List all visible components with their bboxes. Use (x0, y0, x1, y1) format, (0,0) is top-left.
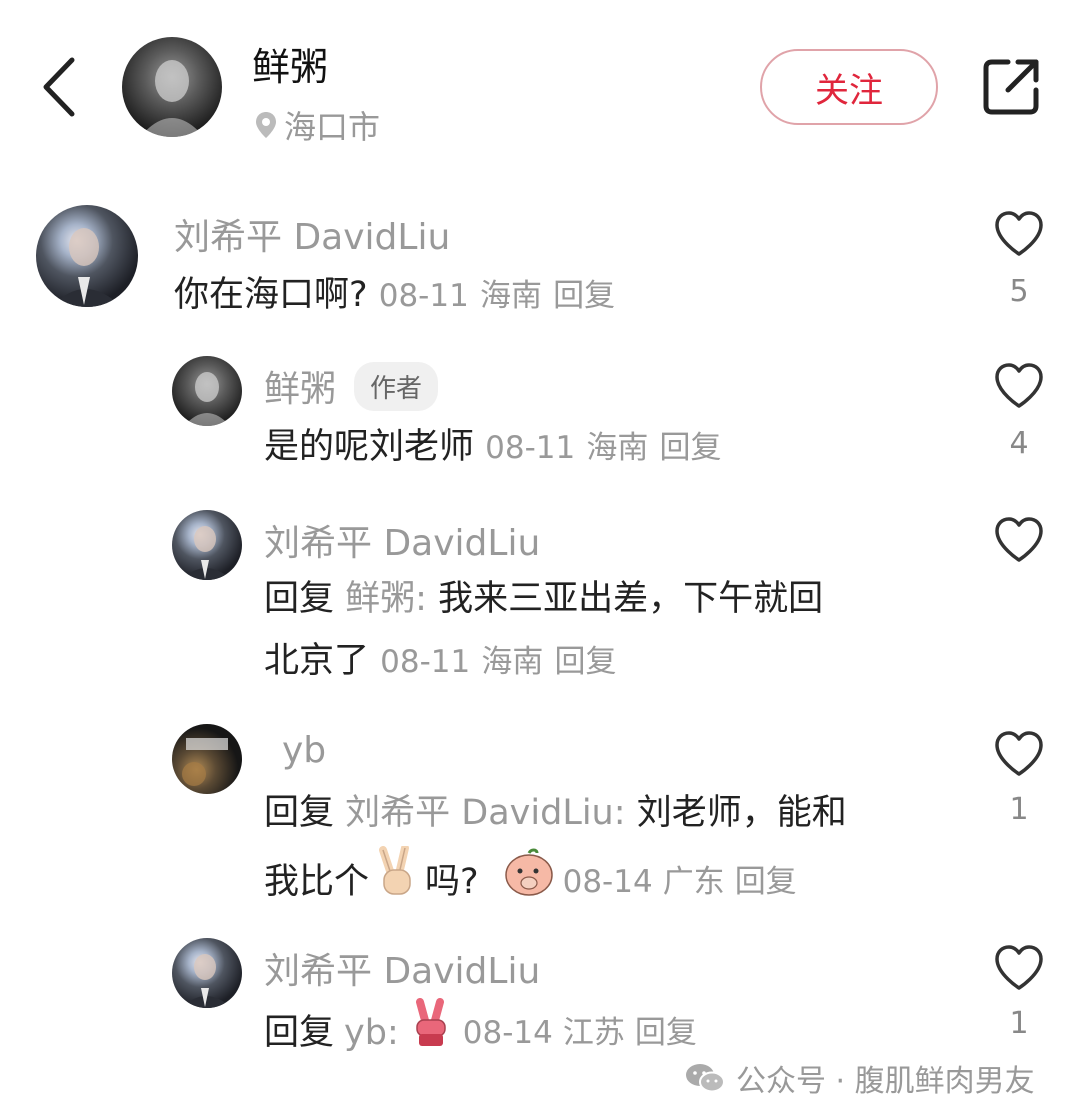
watermark: 公众号 · 腹肌鲜肉男友 (684, 1056, 1035, 1100)
author-badge: 作者 (354, 361, 439, 411)
comment-text-line2: 我比个 吗? 08-14 广东 回复 (264, 844, 797, 918)
victory-hand-emoji (375, 844, 419, 918)
comment-body: 你在海口啊? (174, 275, 368, 315)
author-avatar[interactable] (122, 37, 222, 137)
comment-author-name[interactable]: 鲜粥 (264, 360, 336, 412)
reply-prefix: 回复 (264, 579, 335, 619)
comment-text-line1: 回复 刘希平 DavidLiu: 刘老师，能和 (264, 782, 847, 844)
author-name[interactable]: 鲜粥 (252, 36, 328, 91)
reply-prefix: 回复 (264, 1013, 335, 1053)
comment-date: 08-11 (380, 644, 471, 680)
comment-body: 刘老师，能和 (636, 793, 847, 833)
comment-author-name[interactable]: yb (282, 730, 326, 771)
comment-header: 鲜粥 作者 (264, 360, 439, 412)
avatar[interactable] (36, 205, 138, 307)
victory-hand-emoji (409, 998, 453, 1068)
reply-link[interactable]: 回复 (735, 851, 797, 913)
follow-button[interactable]: 关注 (760, 49, 938, 125)
comment-body: 吗? (425, 862, 479, 902)
like-count: 5 (1009, 274, 1029, 309)
comment-date: 08-14 (462, 1015, 553, 1051)
comment-region: 海南 (481, 644, 544, 680)
like-count: 4 (1009, 426, 1029, 461)
comment-body: 是的呢刘老师 (264, 427, 475, 467)
avatar[interactable] (172, 510, 242, 580)
comment-date: 08-11 (485, 430, 576, 466)
heart-outline-icon[interactable] (993, 210, 1045, 258)
author-location-text: 海口市 (284, 108, 381, 146)
comment-text: 你在海口啊? 08-11 海南 回复 (174, 264, 615, 327)
heart-outline-icon[interactable] (993, 362, 1045, 410)
comment-author-name[interactable]: 刘希平 DavidLiu (174, 208, 450, 260)
like-count: 1 (1009, 1006, 1029, 1041)
share-external-icon[interactable] (978, 54, 1044, 120)
comment-region: 广东 (662, 864, 725, 900)
reply-link[interactable]: 回复 (635, 1002, 697, 1064)
comment-author-name[interactable]: 刘希平 DavidLiu (264, 514, 540, 566)
reply-target[interactable]: 刘希平 DavidLiu: (345, 793, 625, 833)
back-icon[interactable] (28, 52, 98, 122)
reply-target[interactable]: 鲜粥: (345, 579, 427, 619)
comment-date: 08-11 (378, 278, 469, 314)
location-pin-icon (256, 112, 276, 138)
heart-outline-icon[interactable] (993, 730, 1045, 778)
reply-target[interactable]: yb: (344, 1002, 399, 1064)
author-location: 海口市 (254, 102, 380, 148)
comment-date: 08-14 (562, 864, 653, 900)
watermark-text: 公众号 · 腹肌鲜肉男友 (736, 1064, 1035, 1099)
comment-body: 我来三亚出差，下午就回 (438, 579, 824, 619)
reply-link[interactable]: 回复 (553, 278, 615, 314)
comment-text-line1: 回复 鲜粥: 我来三亚出差，下午就回 (264, 568, 823, 630)
comment-author-name[interactable]: 刘希平 DavidLiu (264, 942, 540, 994)
comment-region: 江苏 (562, 1015, 625, 1051)
reply-prefix: 回复 (264, 793, 335, 833)
comment-region: 海南 (586, 430, 649, 466)
comment-text: 回复 yb: 08-14 江苏 回复 (264, 998, 697, 1068)
comment-text-line2: 北京了 08-11 海南 回复 (264, 630, 617, 693)
peach-face-emoji (503, 847, 555, 917)
comment-body: 我比个 (264, 862, 370, 902)
heart-outline-icon[interactable] (993, 944, 1045, 992)
wechat-icon (686, 1064, 725, 1093)
comment-body: 北京了 (264, 641, 370, 681)
comment-text: 是的呢刘老师 08-11 海南 回复 (264, 416, 722, 479)
avatar[interactable] (172, 938, 242, 1008)
heart-outline-icon[interactable] (993, 516, 1045, 564)
avatar[interactable] (172, 724, 242, 794)
like-count: 1 (1009, 792, 1029, 827)
avatar[interactable] (172, 356, 242, 426)
comment-region: 海南 (479, 278, 542, 314)
reply-link[interactable]: 回复 (555, 644, 617, 680)
reply-link[interactable]: 回复 (660, 430, 722, 466)
